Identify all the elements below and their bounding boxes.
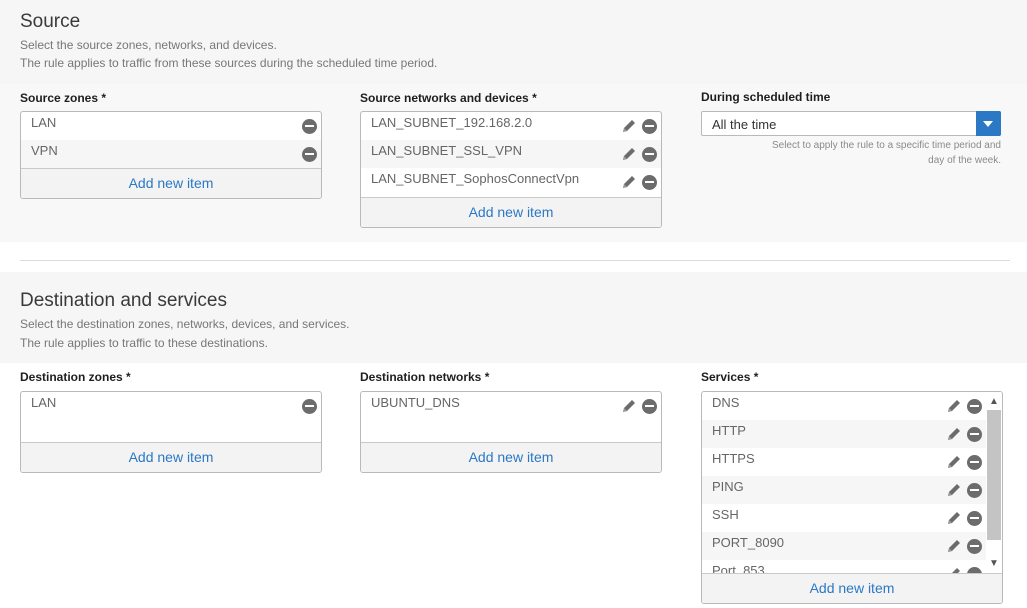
chevron-down-icon[interactable] (976, 111, 1001, 136)
pencil-icon[interactable] (621, 146, 637, 162)
schedule-label: During scheduled time (701, 90, 831, 104)
list-item: LAN_SUBNET_SophosConnectVpn (361, 168, 661, 196)
list-item: DNS (702, 392, 986, 420)
list-item: UBUNTU_DNS (361, 392, 661, 420)
service-https: HTTPS (712, 451, 755, 466)
services-label: Services * (701, 370, 759, 384)
remove-icon[interactable] (302, 118, 317, 134)
source-network-item-3: LAN_SUBNET_SophosConnectVpn (371, 171, 580, 186)
schedule-hint: Select to apply the rule to a specific t… (701, 138, 1001, 168)
pencil-icon[interactable] (946, 482, 962, 498)
pencil-icon[interactable] (946, 398, 962, 414)
source-networks-add-new-item-button[interactable]: Add new item (361, 197, 661, 227)
services-items: DNS HTTP HTTPS PING SSH PORT_8090 Port_8… (702, 392, 986, 574)
destination-networks-label: Destination networks * (360, 370, 490, 384)
scrollbar-thumb[interactable] (987, 410, 1001, 540)
remove-icon[interactable] (302, 146, 317, 162)
destination-zones-add-new-item-button[interactable]: Add new item (21, 442, 321, 472)
source-network-item-2: LAN_SUBNET_SSL_VPN (371, 143, 523, 158)
list-item: VPN (21, 140, 321, 168)
remove-icon[interactable] (642, 146, 657, 162)
remove-icon[interactable] (302, 398, 317, 414)
source-zones-label: Source zones * (20, 91, 107, 105)
remove-icon[interactable] (967, 426, 982, 442)
pencil-icon[interactable] (621, 118, 637, 134)
source-zone-lan: LAN (31, 115, 57, 130)
services-list: DNS HTTP HTTPS PING SSH PORT_8090 Port_8… (701, 391, 1003, 604)
services-scrollbar[interactable]: ▲ ▼ (986, 392, 1002, 574)
list-item: SSH (702, 504, 986, 532)
source-zone-vpn: VPN (31, 143, 58, 158)
service-port-8090: PORT_8090 (712, 535, 785, 550)
pencil-icon[interactable] (946, 426, 962, 442)
service-ssh: SSH (712, 507, 739, 522)
pencil-icon[interactable] (946, 538, 962, 554)
remove-icon[interactable] (967, 482, 982, 498)
list-item: HTTP (702, 420, 986, 448)
pencil-icon[interactable] (946, 510, 962, 526)
list-item: LAN_SUBNET_192.168.2.0 (361, 112, 661, 140)
list-item: LAN (21, 112, 321, 140)
source-networks-list: LAN_SUBNET_192.168.2.0 LAN_SUBNET_SSL_VP… (360, 111, 662, 228)
source-section-desc-2: The rule applies to traffic from these s… (20, 56, 438, 70)
services-add-new-item-button[interactable]: Add new item (702, 573, 1002, 603)
list-item: LAN (21, 392, 321, 420)
remove-icon[interactable] (967, 398, 982, 414)
service-ping: PING (712, 479, 744, 494)
destination-network-item-1: UBUNTU_DNS (371, 395, 460, 410)
source-zones-add-new-item-button[interactable]: Add new item (21, 168, 321, 198)
destination-section-desc-2: The rule applies to traffic to these des… (20, 336, 268, 350)
source-section-desc-1: Select the source zones, networks, and d… (20, 38, 277, 52)
remove-icon[interactable] (967, 538, 982, 554)
remove-icon[interactable] (642, 174, 657, 190)
source-networks-label: Source networks and devices * (360, 91, 537, 105)
schedule-select[interactable]: All the time (701, 111, 1001, 136)
remove-icon[interactable] (642, 118, 657, 134)
destination-section-desc-1: Select the destination zones, networks, … (20, 317, 350, 331)
list-item: LAN_SUBNET_SSL_VPN (361, 140, 661, 168)
section-divider (20, 260, 1010, 261)
list-item: PORT_8090 (702, 532, 986, 560)
remove-icon[interactable] (967, 454, 982, 470)
service-http: HTTP (712, 423, 746, 438)
schedule-select-value: All the time (712, 117, 777, 132)
destination-networks-list: UBUNTU_DNS Add new item (360, 391, 662, 473)
service-dns: DNS (712, 395, 740, 410)
remove-icon[interactable] (642, 398, 657, 414)
arrow-down-icon[interactable]: ▼ (986, 556, 1002, 572)
destination-networks-add-new-item-button[interactable]: Add new item (361, 442, 661, 472)
list-item: HTTPS (702, 448, 986, 476)
source-section-title: Source (20, 11, 81, 32)
schedule-hint-line-2: day of the week. (928, 155, 1001, 166)
arrow-up-icon[interactable]: ▲ (986, 394, 1002, 410)
list-item: Port_853 (702, 560, 986, 574)
destination-zone-lan: LAN (31, 395, 57, 410)
destination-zones-list: LAN Add new item (20, 391, 322, 473)
source-zones-list: LAN VPN Add new item (20, 111, 322, 199)
remove-icon[interactable] (967, 510, 982, 526)
destination-zones-label: Destination zones * (20, 370, 131, 384)
list-item: PING (702, 476, 986, 504)
pencil-icon[interactable] (621, 398, 637, 414)
source-network-item-1: LAN_SUBNET_192.168.2.0 (371, 115, 533, 130)
pencil-icon[interactable] (621, 174, 637, 190)
schedule-hint-line-1: Select to apply the rule to a specific t… (771, 140, 1001, 151)
destination-section-title: Destination and services (20, 290, 227, 311)
pencil-icon[interactable] (946, 454, 962, 470)
